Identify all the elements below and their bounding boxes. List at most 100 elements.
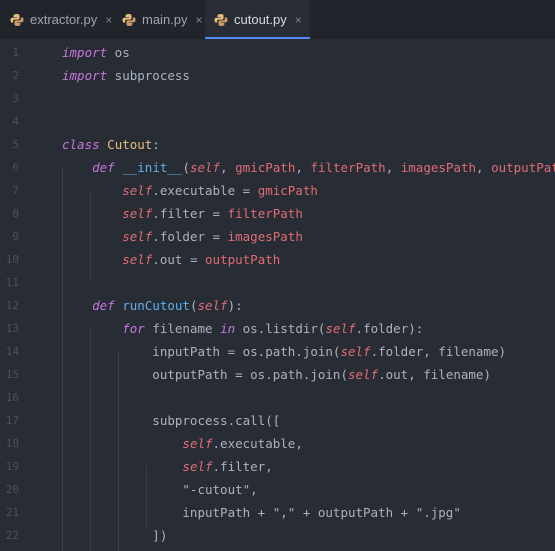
code-line[interactable]: 14 inputPath = os.path.join(self.folder,… <box>0 340 555 363</box>
code-line[interactable]: 7 self.executable = gmicPath <box>0 179 555 202</box>
code-line[interactable]: 5 class Cutout: <box>0 133 555 156</box>
line-number: 6 <box>12 161 19 174</box>
tab-extractor[interactable]: extractor.py × <box>0 0 115 39</box>
tab-label: extractor.py <box>30 12 98 27</box>
line-number: 16 <box>5 391 19 404</box>
code-token: self <box>122 206 153 221</box>
code-line[interactable]: 16 <box>0 386 555 409</box>
code-line[interactable]: 18 self.executable, <box>0 432 555 455</box>
code-text: self.out = outputPath <box>62 248 280 271</box>
code-token: __init__ <box>122 160 183 175</box>
code-line[interactable]: 1 import os <box>0 41 555 64</box>
code-token: os <box>107 45 130 60</box>
code-token: self <box>122 229 153 244</box>
code-token: .folder = <box>152 229 228 244</box>
code-token: self <box>325 321 356 336</box>
tab-main[interactable]: main.py × <box>115 0 207 39</box>
code-text: inputPath + "," + outputPath + ".jpg" <box>62 501 461 524</box>
code-token: imagesPath <box>400 160 477 175</box>
close-icon[interactable]: × <box>105 13 112 27</box>
tab-bar: extractor.py × main.py × cutout.py × <box>0 0 555 39</box>
line-number: 12 <box>5 299 19 312</box>
code-token: subprocess.call([ <box>62 413 281 428</box>
code-line[interactable]: 15 outputPath = os.path.join(self.out, f… <box>0 363 555 386</box>
code-line[interactable]: 13 for filename in os.listdir(self.folde… <box>0 317 555 340</box>
code-token: .filter, <box>212 459 273 474</box>
code-token: .executable, <box>212 436 303 451</box>
line-number: 4 <box>12 115 19 128</box>
code-token: inputPath = os.path.join( <box>62 344 341 359</box>
code-token: , <box>476 160 492 175</box>
close-icon[interactable]: × <box>196 13 203 27</box>
code-token: inputPath + "," + outputPath + ".jpg" <box>62 505 461 520</box>
tab-cutout[interactable]: cutout.py × <box>205 0 310 39</box>
code-token: ): <box>227 298 243 313</box>
code-token: .executable = <box>152 183 258 198</box>
code-line[interactable]: 9 self.folder = imagesPath <box>0 225 555 248</box>
code-text: outputPath = os.path.join(self.out, file… <box>62 363 491 386</box>
code-text: self.filter = filterPath <box>62 202 303 225</box>
python-file-icon <box>122 13 136 27</box>
code-line[interactable]: 2 import subprocess <box>0 64 555 87</box>
line-number: 10 <box>5 253 19 266</box>
code-token: self <box>182 436 213 451</box>
code-token: "-cutout", <box>62 482 258 497</box>
code-text: def runCutout(self): <box>62 294 243 317</box>
code-token: outputPath <box>491 160 555 175</box>
code-text: import subprocess <box>62 64 190 87</box>
code-line[interactable]: 12 def runCutout(self): <box>0 294 555 317</box>
line-number: 22 <box>5 529 19 542</box>
code-line[interactable]: 3 <box>0 87 555 110</box>
code-token: imagesPath <box>227 229 303 244</box>
python-file-icon <box>10 13 24 27</box>
code-token: outputPath <box>205 252 281 267</box>
line-number: 18 <box>5 437 19 450</box>
code-token: ]) <box>62 528 168 543</box>
code-token: , <box>385 160 401 175</box>
code-text: "-cutout", <box>62 478 258 501</box>
code-token: .out = <box>152 252 206 267</box>
code-token: , <box>295 160 311 175</box>
code-token: subprocess <box>107 68 190 83</box>
code-token: class <box>62 137 100 152</box>
python-file-icon <box>214 13 228 27</box>
code-text: self.filter, <box>62 455 273 478</box>
close-icon[interactable]: × <box>295 13 302 27</box>
line-number: 2 <box>12 69 19 82</box>
code-token: Cutout <box>107 137 153 152</box>
line-number: 15 <box>5 368 19 381</box>
code-line[interactable]: 19 self.filter, <box>0 455 555 478</box>
line-number: 13 <box>5 322 19 335</box>
line-number: 1 <box>12 46 19 59</box>
code-line[interactable]: 22 ]) <box>0 524 555 547</box>
code-text: subprocess.call([ <box>62 409 280 432</box>
code-token: filterPath <box>227 206 303 221</box>
code-line[interactable]: 11 <box>0 271 555 294</box>
code-line[interactable]: 4 <box>0 110 555 133</box>
line-number: 3 <box>12 92 19 105</box>
code-line[interactable]: 6 def __init__(self, gmicPath, filterPat… <box>0 156 555 179</box>
code-text: ]) <box>62 524 167 547</box>
code-line[interactable]: 21 inputPath + "," + outputPath + ".jpg" <box>0 501 555 524</box>
code-token: .folder): <box>355 321 424 336</box>
code-text: inputPath = os.path.join(self.folder, fi… <box>62 340 506 363</box>
code-token: import <box>62 68 108 83</box>
code-line[interactable]: 17 subprocess.call([ <box>0 409 555 432</box>
code-editor[interactable]: 1 import os 2 import subprocess 3 4 5 class Cut… <box>0 39 555 551</box>
code-token: ( <box>182 160 190 175</box>
code-line[interactable]: 8 self.filter = filterPath <box>0 202 555 225</box>
code-token: filename <box>144 321 221 336</box>
code-token: : <box>152 137 160 152</box>
code-text: import os <box>62 41 130 64</box>
code-text: self.folder = imagesPath <box>62 225 303 248</box>
line-number: 19 <box>5 460 19 473</box>
code-token: self <box>189 160 221 175</box>
code-token: gmicPath <box>257 183 318 198</box>
code-line[interactable]: 10 self.out = outputPath <box>0 248 555 271</box>
code-line[interactable]: 20 "-cutout", <box>0 478 555 501</box>
